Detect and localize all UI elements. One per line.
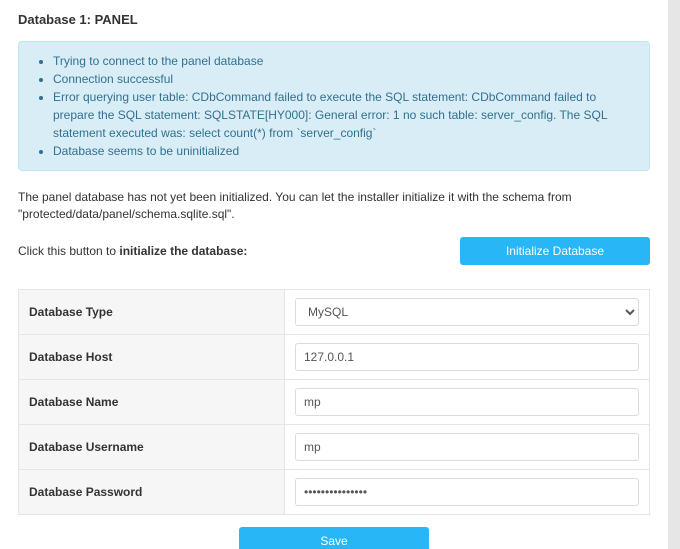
status-alert: Trying to connect to the panel database … [18, 41, 650, 171]
init-text: Click this button to initialize the data… [18, 244, 247, 258]
database-type-label: Database Type [19, 289, 285, 334]
database-type-select[interactable]: MySQL [295, 298, 639, 326]
database-form: Database Type MySQL Database Host Databa… [18, 289, 650, 515]
database-name-label: Database Name [19, 379, 285, 424]
status-item: Error querying user table: CDbCommand fa… [53, 88, 637, 142]
init-message: The panel database has not yet been init… [18, 189, 650, 223]
page-title: Database 1: PANEL [18, 0, 650, 27]
table-row: Database Name [19, 379, 650, 424]
database-username-label: Database Username [19, 424, 285, 469]
database-host-label: Database Host [19, 334, 285, 379]
database-host-input[interactable] [295, 343, 639, 371]
status-item: Database seems to be uninitialized [53, 142, 637, 160]
database-name-input[interactable] [295, 388, 639, 416]
init-bold: initialize the database: [119, 244, 247, 258]
database-username-input[interactable] [295, 433, 639, 461]
init-row: Click this button to initialize the data… [18, 237, 650, 265]
table-row: Database Username [19, 424, 650, 469]
status-item: Connection successful [53, 70, 637, 88]
database-password-label: Database Password [19, 469, 285, 514]
init-prefix: Click this button to [18, 244, 119, 258]
table-row: Database Host [19, 334, 650, 379]
initialize-database-button[interactable]: Initialize Database [460, 237, 650, 265]
status-list: Trying to connect to the panel database … [31, 52, 637, 160]
status-item: Trying to connect to the panel database [53, 52, 637, 70]
table-row: Database Type MySQL [19, 289, 650, 334]
database-password-input[interactable] [295, 478, 639, 506]
table-row: Database Password [19, 469, 650, 514]
save-button[interactable]: Save [239, 527, 429, 549]
